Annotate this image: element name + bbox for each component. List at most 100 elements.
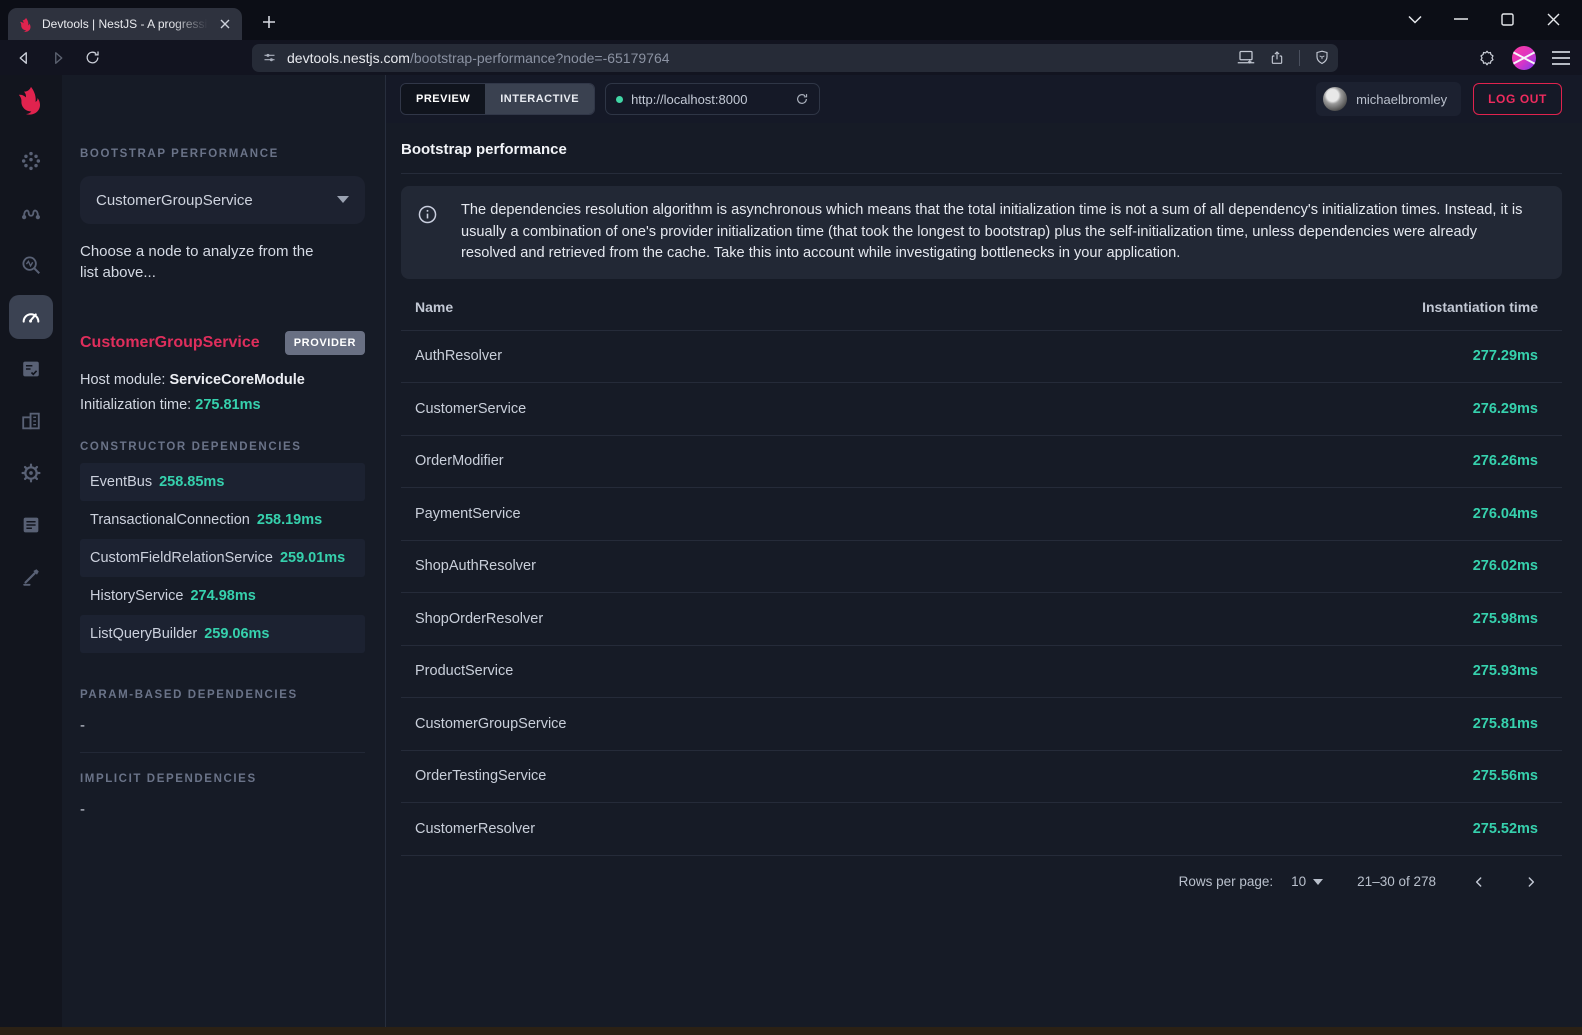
dep-item[interactable]: HistoryService274.98ms — [80, 577, 365, 615]
extensions-icon[interactable] — [1478, 49, 1496, 67]
inspector-icon — [20, 254, 42, 276]
brave-shield-icon[interactable] — [1314, 49, 1330, 66]
url-domain: devtools.nestjs.com — [287, 50, 410, 66]
url-bar[interactable]: devtools.nestjs.com/bootstrap-performanc… — [252, 44, 1338, 72]
provider-badge: PROVIDER — [285, 331, 365, 355]
minimize-button[interactable] — [1438, 0, 1484, 38]
sidebar-item-settings[interactable] — [9, 451, 53, 495]
modules-icon — [20, 410, 42, 432]
logout-button[interactable]: LOG OUT — [1473, 83, 1562, 115]
close-button[interactable] — [1530, 0, 1576, 38]
app-header: PREVIEW INTERACTIVE http://localhost:800… — [386, 75, 1582, 123]
dep-item[interactable]: ListQueryBuilder259.06ms — [80, 615, 365, 653]
mode-toggle: PREVIEW INTERACTIVE — [400, 83, 595, 115]
back-button[interactable] — [10, 44, 38, 72]
param-deps-empty: - — [80, 717, 365, 734]
browser-window: Devtools | NestJS - A progressive — [0, 0, 1582, 1027]
panel-divider — [80, 752, 365, 753]
pagination-bar: Rows per page: 10 21–30 of 278 — [401, 856, 1562, 908]
tab-close-icon[interactable] — [216, 15, 234, 33]
settings-icon — [20, 462, 42, 484]
open-in-app-icon[interactable] — [1237, 50, 1255, 65]
info-callout: The dependencies resolution algorithm is… — [401, 186, 1562, 279]
new-tab-button[interactable] — [254, 7, 284, 37]
table-row: OrderTestingService275.56ms — [401, 751, 1562, 804]
table-row: ShopOrderResolver275.98ms — [401, 593, 1562, 646]
tab-favicon-nestjs-icon — [18, 16, 34, 32]
dep-item[interactable]: CustomFieldRelationService259.01ms — [80, 539, 365, 577]
sidebar-item-routes[interactable] — [9, 191, 53, 235]
tab-title: Devtools | NestJS - A progressive — [42, 17, 208, 31]
constructor-deps-title: CONSTRUCTOR DEPENDENCIES — [80, 441, 365, 453]
forward-button[interactable] — [44, 44, 72, 72]
site-settings-icon[interactable] — [262, 50, 277, 65]
panel-title: BOOTSTRAP PERFORMANCE — [80, 148, 365, 160]
table-row: OrderModifier276.26ms — [401, 436, 1562, 489]
node-select-value: CustomerGroupService — [96, 192, 253, 209]
table-row: PaymentService276.04ms — [401, 488, 1562, 541]
implicit-deps-title: IMPLICIT DEPENDENCIES — [80, 773, 365, 785]
sidebar-item-performance[interactable] — [9, 295, 53, 339]
chevron-down-icon — [1313, 879, 1323, 885]
maximize-button[interactable] — [1484, 0, 1530, 38]
table-header: Name Instantiation time — [401, 285, 1562, 331]
table-row: CustomerGroupService275.81ms — [401, 698, 1562, 751]
app-sidebar — [0, 75, 62, 1027]
tab-strip: Devtools | NestJS - A progressive — [0, 0, 1582, 40]
browser-toolbar: devtools.nestjs.com/bootstrap-performanc… — [0, 40, 1582, 75]
init-time-value: 275.81ms — [195, 397, 260, 413]
interactive-tab[interactable]: INTERACTIVE — [485, 84, 594, 114]
dep-item[interactable]: EventBus258.85ms — [80, 463, 365, 501]
username: michaelbromley — [1356, 92, 1447, 107]
share-icon[interactable] — [1269, 50, 1285, 66]
prev-page-button[interactable] — [1466, 869, 1492, 895]
menu-icon[interactable] — [1552, 51, 1570, 65]
bootstrap-performance-panel: BOOTSTRAP PERFORMANCE CustomerGroupServi… — [62, 75, 386, 1027]
col-time: Instantiation time — [1422, 299, 1538, 315]
node-select[interactable]: CustomerGroupService — [80, 176, 365, 224]
app-url-input[interactable]: http://localhost:8000 — [605, 83, 820, 115]
node-hint-text: Choose a node to analyze from the list a… — [80, 241, 330, 283]
dep-item[interactable]: TransactionalConnection258.19ms — [80, 501, 365, 539]
sidebar-item-inspector[interactable] — [9, 243, 53, 287]
url-path: /bootstrap-performance?node=-65179764 — [410, 50, 670, 66]
table-row: AuthResolver277.29ms — [401, 331, 1562, 384]
url-text: devtools.nestjs.com/bootstrap-performanc… — [287, 50, 1237, 66]
pagination-range: 21–30 of 278 — [1357, 874, 1436, 889]
constructor-deps-list: EventBus258.85ms TransactionalConnection… — [80, 463, 365, 653]
profile-avatar[interactable] — [1512, 46, 1536, 70]
sidebar-item-modules[interactable] — [9, 399, 53, 443]
host-module-value: ServiceCoreModule — [169, 372, 304, 388]
sidebar-item-logs[interactable] — [9, 503, 53, 547]
status-dot — [616, 96, 623, 103]
col-name: Name — [415, 299, 453, 315]
user-avatar — [1323, 87, 1347, 111]
rows-per-page-label: Rows per page: — [1179, 874, 1274, 889]
toolbar-divider — [1299, 50, 1300, 66]
performance-icon — [20, 306, 42, 328]
info-icon — [417, 204, 438, 225]
sidebar-item-audits[interactable] — [9, 347, 53, 391]
implicit-deps-empty: - — [80, 801, 365, 818]
routes-icon — [20, 202, 42, 224]
user-chip[interactable]: michaelbromley — [1316, 82, 1461, 116]
graph-icon — [20, 150, 42, 172]
reload-button[interactable] — [78, 44, 106, 72]
selected-node-name: CustomerGroupService — [80, 334, 260, 352]
tools-icon — [20, 566, 42, 588]
nestjs-logo-icon[interactable] — [0, 75, 62, 123]
preview-tab[interactable]: PREVIEW — [401, 84, 485, 114]
app-url-value: http://localhost:8000 — [631, 92, 787, 107]
tab-search-icon[interactable] — [1392, 0, 1438, 38]
sidebar-item-graph[interactable] — [9, 139, 53, 183]
init-time-line: Initialization time: 275.81ms — [80, 397, 365, 413]
logs-icon — [20, 514, 42, 536]
rows-per-page-select[interactable]: 10 — [1291, 874, 1323, 889]
browser-tab[interactable]: Devtools | NestJS - A progressive — [8, 8, 242, 40]
table-row: ShopAuthResolver276.02ms — [401, 541, 1562, 594]
page-title: Bootstrap performance — [401, 141, 1562, 174]
next-page-button[interactable] — [1518, 869, 1544, 895]
sidebar-item-tools[interactable] — [9, 555, 53, 599]
info-text: The dependencies resolution algorithm is… — [461, 200, 1536, 265]
refresh-icon[interactable] — [795, 92, 809, 106]
